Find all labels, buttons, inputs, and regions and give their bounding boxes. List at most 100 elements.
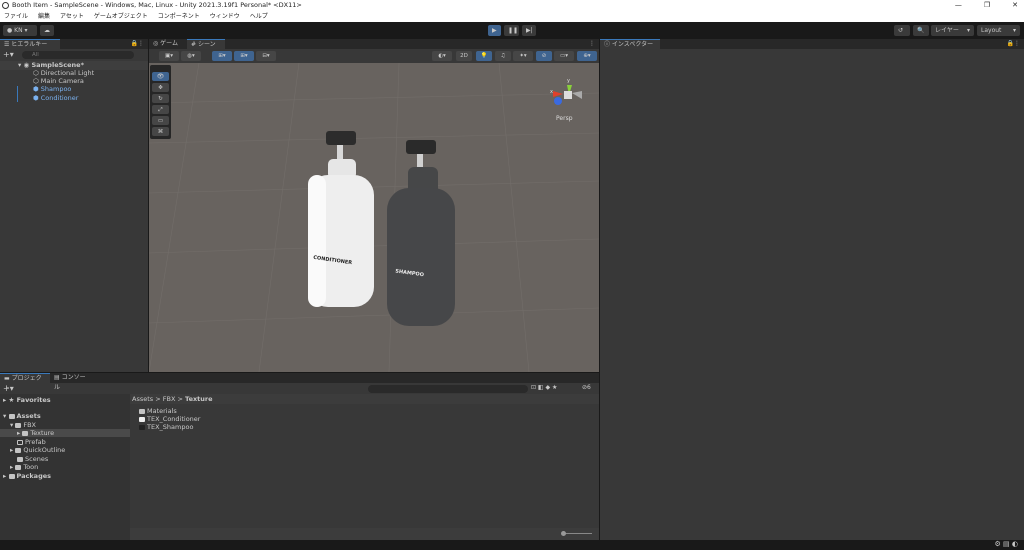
snap-dropdown[interactable]: ⊞▾ bbox=[234, 51, 254, 61]
tab-inspector[interactable]: ⓘ インスペクター bbox=[600, 39, 660, 49]
tab-game-label: ゲーム bbox=[160, 40, 178, 47]
tree-item[interactable]: ▸ Toon bbox=[10, 463, 38, 471]
tab-hierarchy[interactable]: ☰ ヒエラルキー bbox=[0, 39, 60, 49]
orientation-gizmo[interactable]: y x bbox=[550, 78, 582, 105]
history-button[interactable]: ↺ bbox=[894, 25, 910, 36]
visibility-toggle[interactable]: ⊘ bbox=[536, 51, 552, 61]
view-tool[interactable]: 👁 bbox=[152, 72, 169, 81]
shading-dropdown[interactable]: ◐▾ bbox=[432, 51, 452, 61]
hierarchy-item[interactable]: ⬡ Main Camera bbox=[33, 77, 84, 85]
status-icons[interactable]: ⚙ ▤ ◐ bbox=[995, 540, 1018, 548]
tree-item[interactable]: ▾ Assets bbox=[3, 412, 41, 420]
tree-item[interactable]: Scenes bbox=[17, 455, 48, 463]
texture-icon bbox=[139, 424, 145, 430]
tree-item[interactable]: Prefab bbox=[17, 438, 46, 446]
item-label: Main Camera bbox=[40, 77, 84, 85]
menu-bar: ファイル 編集 アセット ゲームオブジェクト コンポーネント ウィンドウ ヘルプ bbox=[0, 11, 1024, 22]
step-button[interactable]: ▶| bbox=[522, 25, 536, 36]
scene-panel-header: ◎ ゲーム # シーン ⋮ ▣▾ ◍▾ ⊞▾ ⊞▾ ⊟▾ ◐▾ 2D 💡 ♫ ✦… bbox=[149, 39, 599, 63]
tree-item[interactable]: ▸ Packages bbox=[3, 472, 51, 480]
folder-icon bbox=[8, 413, 15, 419]
menu-window[interactable]: ウィンドウ bbox=[210, 11, 240, 22]
cloud-button[interactable]: ☁ bbox=[40, 25, 54, 36]
audio-toggle[interactable]: ♫ bbox=[495, 51, 511, 61]
prefab-icon: ⬢ bbox=[33, 85, 39, 93]
gizmos-dropdown[interactable]: ⊕▾ bbox=[577, 51, 597, 61]
gameobject-icon: ⬡ bbox=[33, 69, 39, 77]
inspector-panel: ⓘ インスペクター 🔒⋮ bbox=[600, 39, 1024, 540]
tab-console[interactable]: ▤ コンソール bbox=[50, 373, 95, 391]
draw-mode-dropdown[interactable]: ▣▾ bbox=[159, 51, 179, 61]
item-label: Shampoo bbox=[40, 85, 72, 93]
tree-item[interactable]: ▸ Texture bbox=[17, 429, 54, 437]
menu-assets[interactable]: アセット bbox=[60, 11, 84, 22]
scene-label: SampleScene* bbox=[31, 61, 84, 69]
persp-label[interactable]: Persp bbox=[556, 115, 573, 122]
tree-label: Texture bbox=[30, 429, 55, 437]
search-button[interactable]: 🔍 bbox=[913, 25, 929, 36]
add-button[interactable]: +▾ bbox=[3, 384, 14, 393]
folder-icon bbox=[22, 430, 29, 436]
icon-size-slider[interactable] bbox=[562, 533, 592, 534]
breadcrumb-fbx[interactable]: FBX bbox=[163, 395, 176, 403]
close-button[interactable]: ✕ bbox=[1012, 0, 1018, 11]
pause-button[interactable]: ❚❚ bbox=[504, 25, 519, 36]
slider-handle[interactable] bbox=[561, 531, 566, 536]
add-button[interactable]: +▾ bbox=[3, 50, 14, 59]
tree-item[interactable]: ▾ FBX bbox=[10, 421, 36, 429]
maximize-button[interactable]: ❐ bbox=[984, 0, 990, 11]
texture-icon bbox=[139, 416, 145, 422]
lock-icon[interactable]: 🔒⋮ bbox=[1007, 40, 1020, 47]
rect-tool[interactable]: ▭ bbox=[152, 116, 169, 125]
file-label: TEX_Shampoo bbox=[147, 423, 194, 431]
file-item[interactable]: TEX_Conditioner bbox=[139, 415, 200, 423]
folder-icon bbox=[15, 422, 22, 428]
menu-edit[interactable]: 編集 bbox=[38, 11, 50, 22]
project-search[interactable] bbox=[368, 385, 528, 393]
hierarchy-item[interactable]: ⬢ Conditioner bbox=[33, 94, 78, 102]
camera-dropdown[interactable]: ▭▾ bbox=[554, 51, 574, 61]
project-tree: ▸ ★ Favorites ▾ Assets ▾ FBX ▸ Texture P… bbox=[0, 394, 130, 540]
tree-label: Toon bbox=[23, 463, 39, 471]
tab-game[interactable]: ◎ ゲーム bbox=[149, 39, 187, 49]
menu-help[interactable]: ヘルプ bbox=[250, 11, 268, 22]
filter-icons[interactable]: ⊡ ◧ ◆ ★ bbox=[531, 384, 557, 391]
move-tool[interactable]: ✥ bbox=[152, 83, 169, 92]
more-icon[interactable]: ⋮ bbox=[589, 40, 595, 47]
lock-icon[interactable]: 🔒⋮ bbox=[131, 40, 144, 47]
hierarchy-search[interactable]: All bbox=[22, 51, 134, 59]
file-item[interactable]: Materials bbox=[139, 407, 177, 415]
play-button[interactable]: ▶ bbox=[488, 25, 501, 36]
favorites-item[interactable]: ▸ ★ Favorites bbox=[3, 396, 51, 404]
scale-tool[interactable]: ⤢ bbox=[152, 105, 169, 114]
minimize-button[interactable]: — bbox=[955, 0, 962, 11]
menu-file[interactable]: ファイル bbox=[4, 11, 28, 22]
hierarchy-item[interactable]: ⬡ Directional Light bbox=[33, 69, 94, 77]
breadcrumb-texture[interactable]: Texture bbox=[185, 395, 213, 403]
layout-dropdown[interactable]: Layout ▾ bbox=[977, 25, 1020, 36]
rotate-tool[interactable]: ↻ bbox=[152, 94, 169, 103]
global-dropdown[interactable]: ◍▾ bbox=[181, 51, 201, 61]
increment-dropdown[interactable]: ⊟▾ bbox=[256, 51, 276, 61]
hierarchy-item[interactable]: ⬢ Shampoo bbox=[33, 85, 71, 93]
scene-root[interactable]: ▾ ◉ SampleScene* bbox=[18, 61, 84, 69]
tools-overlay: 👁 ✥ ↻ ⤢ ▭ ⌘ bbox=[150, 65, 171, 139]
layers-dropdown[interactable]: レイヤー ▾ bbox=[931, 25, 974, 36]
scene-viewport[interactable]: CONDITIONER SHAMPOO y x Persp 👁 ✥ ↻ ⤢ ▭ … bbox=[149, 63, 599, 372]
grid-snap-dropdown[interactable]: ⊞▾ bbox=[212, 51, 232, 61]
file-item[interactable]: TEX_Shampoo bbox=[139, 423, 193, 431]
tab-project[interactable]: ▬ プロジェクト bbox=[0, 373, 50, 392]
account-button[interactable]: ● KN ▾ bbox=[3, 25, 37, 36]
hidden-count[interactable]: ⊘6 bbox=[582, 384, 591, 391]
menu-gameobject[interactable]: ゲームオブジェクト bbox=[94, 11, 148, 22]
scene-render[interactable]: CONDITIONER SHAMPOO y x Persp bbox=[149, 63, 599, 372]
tree-item[interactable]: ▸ QuickOutline bbox=[10, 446, 65, 454]
tab-scene[interactable]: # シーン bbox=[187, 39, 225, 49]
menu-component[interactable]: コンポーネント bbox=[158, 11, 200, 22]
lighting-toggle[interactable]: 💡 bbox=[476, 51, 492, 61]
transform-tool[interactable]: ⌘ bbox=[152, 127, 169, 136]
folder-empty-icon bbox=[17, 439, 23, 445]
breadcrumb-assets[interactable]: Assets bbox=[132, 395, 153, 403]
effects-dropdown[interactable]: ✦▾ bbox=[513, 51, 533, 61]
toggle-2d-button[interactable]: 2D bbox=[456, 51, 472, 61]
